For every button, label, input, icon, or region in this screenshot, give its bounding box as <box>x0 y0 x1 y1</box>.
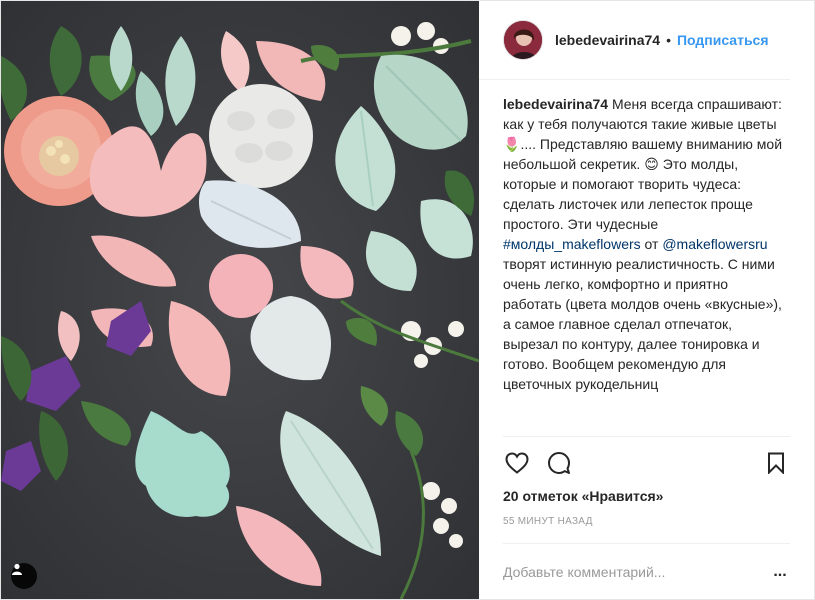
post-sidebar: lebedevairina74 • Подписаться lebedevair… <box>479 1 814 599</box>
comment-icon <box>548 451 570 474</box>
likes-count[interactable]: 20 отметок «Нравится» <box>503 488 790 504</box>
comment-bar: ... <box>503 543 790 599</box>
caption-text-4: от <box>640 236 663 252</box>
tulip-emoji: 🌷 <box>503 136 521 152</box>
like-button[interactable] <box>503 449 531 477</box>
post-caption: lebedevairina74 Меня всегда спрашивают: … <box>479 80 814 436</box>
instagram-post: lebedevairina74 • Подписаться lebedevair… <box>0 0 815 600</box>
photo-illustration <box>1 1 479 599</box>
post-header: lebedevairina74 • Подписаться <box>479 1 790 80</box>
follow-button[interactable]: Подписаться <box>677 32 769 48</box>
caption-text-5: творят истинную реалистичность. С ними о… <box>503 256 782 392</box>
post-photo[interactable] <box>1 1 479 599</box>
post-timestamp[interactable]: 55 минут назад <box>503 516 790 527</box>
avatar[interactable] <box>503 20 543 60</box>
header-username[interactable]: lebedevairina74 <box>555 32 660 48</box>
caption-username[interactable]: lebedevairina74 <box>503 96 608 112</box>
user-tag-button[interactable] <box>11 563 37 589</box>
caption-text-2: .... Представляю вашему вниманию мой неб… <box>503 136 783 172</box>
save-button[interactable] <box>762 449 790 477</box>
comment-button[interactable] <box>545 449 573 477</box>
more-options-button[interactable]: ... <box>770 563 790 581</box>
post-actions <box>503 436 790 480</box>
smile-emoji: 😊 <box>644 156 659 172</box>
bookmark-icon <box>768 452 784 474</box>
hashtag-link[interactable]: #молды_makeflowers <box>503 236 641 252</box>
avatar-image <box>504 21 542 59</box>
comment-input[interactable] <box>503 563 770 580</box>
mention-link[interactable]: @makeflowersru <box>662 236 767 252</box>
heart-icon <box>505 451 529 474</box>
header-separator: • <box>666 32 671 48</box>
user-tag-icon <box>12 563 22 575</box>
